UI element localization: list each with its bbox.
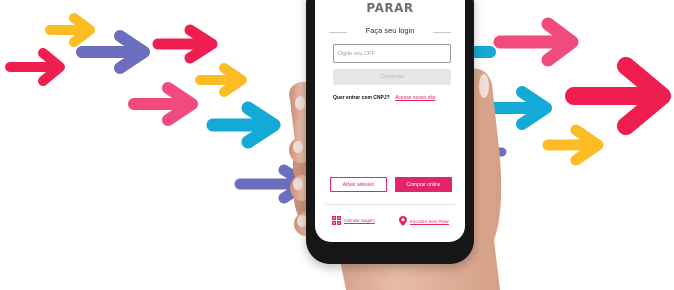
arrow-icon: [565, 57, 671, 135]
find-sem-parar-link[interactable]: Encontre Sem Parar: [399, 216, 449, 226]
arrow-icon: [542, 124, 604, 166]
activate-tag-button[interactable]: Ativar adesivo: [330, 177, 387, 192]
arrow-icon: [195, 63, 247, 97]
arrow-icon: [493, 17, 579, 67]
arrow-icon: [486, 86, 552, 130]
login-heading-row: Faça seu login: [329, 26, 451, 38]
login-heading: Faça seu login: [365, 26, 415, 35]
find-sem-parar-label: Encontre Sem Parar: [410, 218, 449, 224]
footer-divider: [325, 204, 455, 205]
arrow-icon: [45, 13, 95, 47]
cnpj-question: Quer entrar com CNPJ?: [333, 95, 390, 101]
arrow-icon: [128, 82, 198, 126]
brand-logo: PARAR: [366, 1, 414, 15]
phone-screen: PARAR Faça seu login Continuar Quer entr…: [315, 0, 465, 242]
arrow-icon: [5, 48, 65, 86]
cpf-input[interactable]: [333, 44, 451, 63]
arrow-icon: [206, 101, 281, 149]
buy-online-button[interactable]: Comprar online: [395, 177, 452, 192]
arrow-icon: [76, 30, 150, 74]
cnpj-row: Quer entrar com CNPJ? Acesse nosso site: [333, 95, 435, 101]
calculator-icon: [332, 216, 341, 225]
continue-button[interactable]: Continuar: [333, 69, 451, 85]
arrow-icon: [152, 24, 218, 64]
calculate-trip-label: Calcular viagem: [344, 218, 375, 223]
heading-divider-right: [433, 32, 451, 33]
calculate-trip-link[interactable]: Calcular viagem: [332, 216, 375, 225]
location-pin-icon: [399, 216, 407, 226]
cnpj-site-link[interactable]: Acesse nosso site: [395, 95, 435, 101]
